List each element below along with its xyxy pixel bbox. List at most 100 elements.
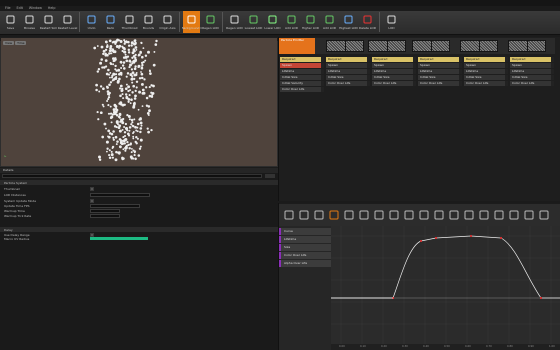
emitter-module[interactable]: Initial Size: [326, 75, 370, 80]
property-value[interactable]: [90, 208, 120, 213]
curve-tool-icon[interactable]: [509, 210, 519, 220]
menu-edit[interactable]: Edit: [17, 6, 23, 10]
details-property-row[interactable]: LOD Distances: [0, 192, 278, 197]
emitter-module[interactable]: Color Over Life: [510, 81, 554, 86]
emitter-module[interactable]: Initial Size: [280, 75, 324, 80]
emitter-thumbnail[interactable]: [412, 40, 450, 52]
emitter-module[interactable]: Required: [280, 57, 324, 62]
emitter-module[interactable]: Lifetime: [372, 69, 416, 74]
emitter-module[interactable]: Required: [510, 57, 554, 62]
emitter-module[interactable]: Spawn: [510, 63, 554, 68]
menu-file[interactable]: File: [5, 6, 11, 10]
curve-tool-icon[interactable]: [419, 210, 429, 220]
menu-help[interactable]: Help: [48, 6, 56, 10]
emitter-module[interactable]: Initial Size: [372, 75, 416, 80]
view-options-icon[interactable]: [265, 174, 275, 178]
emitter-module[interactable]: Lifetime: [464, 69, 508, 74]
curve-track[interactable]: Size: [279, 244, 331, 251]
curve-tool-icon[interactable]: [494, 210, 504, 220]
toolbar-button-19[interactable]: LOD: [383, 11, 400, 33]
toolbar-button-4[interactable]: Undo: [83, 11, 100, 33]
emitter-module[interactable]: Lifetime: [418, 69, 462, 74]
emitter-module[interactable]: Color Over Life: [326, 81, 370, 86]
emitter-module[interactable]: Lifetime: [326, 69, 370, 74]
viewport-canvas[interactable]: [1, 38, 277, 166]
toolbar-button-5[interactable]: Redo: [102, 11, 119, 33]
curve-tool-icon[interactable]: [449, 210, 459, 220]
curve-key[interactable]: [435, 237, 437, 239]
details-search-input[interactable]: [2, 174, 262, 178]
emitter-header-selected[interactable]: Particle Emitter: [279, 38, 315, 54]
toolbar-button-13[interactable]: Lower LOD: [264, 11, 281, 33]
toolbar-button-17[interactable]: Highest LOD: [339, 11, 358, 33]
curve-tool-icon[interactable]: [524, 210, 534, 220]
emitter-module[interactable]: Lifetime: [280, 69, 324, 74]
curve-key[interactable]: [540, 297, 542, 299]
view-button[interactable]: View: [3, 41, 15, 45]
curve-key[interactable]: [470, 235, 472, 237]
toolbar-button-10[interactable]: Regen LOD: [202, 11, 219, 33]
time-button[interactable]: Time: [15, 41, 27, 45]
curve-track[interactable]: Curve: [279, 228, 331, 235]
curve-tool-icon[interactable]: [404, 210, 414, 220]
emitter-module[interactable]: Initial Size: [418, 75, 462, 80]
toolbar-button-2[interactable]: Restart Sim: [40, 11, 57, 33]
toolbar-button-6[interactable]: Thumbnail: [121, 11, 138, 33]
emitter-module[interactable]: Color Over Life: [280, 87, 324, 92]
curve-tool-icon[interactable]: [284, 210, 294, 220]
emitter-module[interactable]: Initial Size: [510, 75, 554, 80]
curve-tool-icon[interactable]: [434, 210, 444, 220]
curve-tool-icon[interactable]: [329, 210, 339, 220]
toolbar-button-18[interactable]: Delete LOD: [359, 11, 376, 33]
emitter-thumbnail[interactable]: [368, 40, 406, 52]
details-category[interactable]: Particle System: [0, 180, 278, 185]
property-value[interactable]: [90, 198, 94, 203]
emitter-module[interactable]: Required: [418, 57, 462, 62]
curve-tool-icon[interactable]: [344, 210, 354, 220]
toolbar-button-1[interactable]: Browse: [21, 11, 38, 33]
emitter-module[interactable]: Color Over Life: [464, 81, 508, 86]
toolbar-button-0[interactable]: Save: [2, 11, 19, 33]
curve-key[interactable]: [420, 240, 422, 242]
details-property-row[interactable]: Warmup Tick Rate: [0, 213, 278, 218]
toolbar-button-15[interactable]: Higher LOD: [302, 11, 319, 33]
toolbar-button-8[interactable]: Origin Axis: [159, 11, 176, 33]
toolbar-button-14[interactable]: Add LOD: [283, 11, 300, 33]
curve-track[interactable]: Color Over Life: [279, 252, 331, 259]
emitter-module[interactable]: Color Over Life: [372, 81, 416, 86]
details-property-row[interactable]: Thumbnail: [0, 186, 278, 191]
details-property-row[interactable]: Macro UV Radius: [0, 236, 278, 241]
curve-tool-icon[interactable]: [479, 210, 489, 220]
emitter-module[interactable]: Color Over Life: [418, 81, 462, 86]
toolbar-button-12[interactable]: Lowest LOD: [245, 11, 262, 33]
emitter-module[interactable]: Required: [464, 57, 508, 62]
toolbar-button-9[interactable]: Background Color: [182, 11, 202, 33]
curve-line[interactable]: [331, 235, 560, 299]
curve-tool-icon[interactable]: [359, 210, 369, 220]
curve-tool-icon[interactable]: [299, 210, 309, 220]
curve-tool-icon[interactable]: [539, 210, 549, 220]
property-value[interactable]: [90, 203, 140, 208]
curve-tool-icon[interactable]: [374, 210, 384, 220]
emitter-module[interactable]: Initial Size: [464, 75, 508, 80]
curve-graph[interactable]: [331, 226, 560, 347]
emitter-module[interactable]: Spawn: [326, 63, 370, 68]
emitter-module[interactable]: Spawn: [464, 63, 508, 68]
toolbar-button-11[interactable]: Regen LOD: [226, 11, 243, 33]
emitter-module[interactable]: Required: [326, 57, 370, 62]
emitter-module[interactable]: Initial Velocity: [280, 81, 324, 86]
toolbar-button-7[interactable]: Bounds: [140, 11, 157, 33]
property-value[interactable]: [90, 213, 120, 218]
menu-window[interactable]: Window: [29, 6, 42, 10]
toolbar-button-16[interactable]: Add LOD: [321, 11, 338, 33]
curve-tool-icon[interactable]: [389, 210, 399, 220]
curve-graph-svg[interactable]: [331, 226, 560, 347]
property-value[interactable]: [90, 237, 148, 240]
toolbar-button-3[interactable]: Restart Level: [58, 11, 77, 33]
emitter-module[interactable]: Spawn: [280, 63, 324, 68]
property-value[interactable]: [90, 192, 150, 197]
curve-tool-icon[interactable]: [464, 210, 474, 220]
curve-tool-icon[interactable]: [314, 210, 324, 220]
emitter-thumbnail[interactable]: [460, 40, 498, 52]
emitter-thumbnail[interactable]: [508, 40, 546, 52]
